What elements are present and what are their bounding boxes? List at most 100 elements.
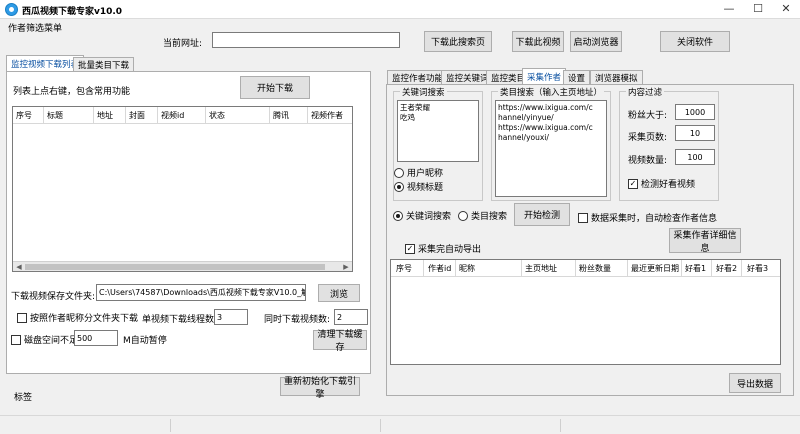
- close-app-button[interactable]: 关闭软件: [660, 31, 730, 52]
- category-line: hannel/yinyue/: [498, 113, 554, 122]
- reinit-engine-button[interactable]: 重新初始化下载引擎: [280, 377, 360, 400]
- download-video-button[interactable]: 下载此视频: [512, 31, 564, 52]
- fans-input[interactable]: 1000: [675, 104, 715, 120]
- tab-settings[interactable]: 设置: [563, 70, 591, 84]
- detect-haokan-label: 检测好看视频: [641, 180, 696, 190]
- keyword-line: 王者荣耀: [400, 103, 430, 112]
- auto-check-author-checkbox[interactable]: [578, 212, 588, 223]
- status-label: 标签: [14, 393, 33, 403]
- video-list-grid[interactable]: 序号 标题 地址 封面 视频id 状态 腾讯 视频作者 ◀ ▶: [12, 106, 353, 272]
- maximize-button[interactable]: ☐: [744, 0, 772, 19]
- author-grid[interactable]: 序号 作者id 昵称 主页地址 粉丝数量 最近更新日期 好看1 好看2 好看3: [390, 259, 781, 365]
- tab-collect-author[interactable]: 采集作者: [522, 68, 567, 84]
- author-grid-header: 序号 作者id 昵称 主页地址 粉丝数量 最近更新日期 好看1 好看2 好看3: [391, 260, 780, 277]
- col-haokan-2: 好看2: [716, 264, 738, 273]
- by-author-checkbox[interactable]: [17, 312, 27, 323]
- concurrent-input[interactable]: 2: [334, 309, 368, 325]
- col-index: 序号: [16, 111, 32, 120]
- concurrent-label: 同时下载视频数:: [264, 315, 331, 325]
- url-label: 当前网址:: [163, 39, 203, 49]
- export-data-button[interactable]: 导出数据: [729, 373, 781, 393]
- col-video-id: 视频id: [161, 111, 185, 120]
- col-fans-count: 粉丝数量: [579, 264, 611, 273]
- col-index: 序号: [396, 264, 412, 273]
- radio-keyword-search-icon[interactable]: [393, 210, 403, 221]
- minimize-button[interactable]: —: [715, 0, 743, 19]
- scroll-left-icon[interactable]: ◀: [13, 262, 25, 272]
- col-homepage: 主页地址: [525, 264, 557, 273]
- radio-user-nick-label: 用户昵称: [407, 169, 444, 179]
- count-label: 视频数量:: [628, 156, 668, 166]
- tab-batch-category-download[interactable]: 批量类目下载: [73, 57, 135, 71]
- clear-cache-button[interactable]: 清理下载缓存: [313, 330, 367, 353]
- radio-category-search[interactable]: 类目搜索: [458, 209, 507, 222]
- col-video-author: 视频作者: [311, 111, 343, 120]
- detect-haokan-option[interactable]: ✓ 检测好看视频: [628, 177, 695, 190]
- auto-check-author-label: 数据采集时，自动检查作者信息: [591, 214, 718, 224]
- col-cover: 封面: [129, 111, 145, 120]
- pages-label: 采集页数:: [628, 133, 668, 143]
- status-bar: [0, 415, 800, 434]
- col-tencent: 腾讯: [273, 111, 289, 120]
- content-filter-title: 内容过滤: [626, 86, 665, 98]
- app-icon: [5, 3, 18, 16]
- video-list-header: 序号 标题 地址 封面 视频id 状态 腾讯 视频作者: [13, 107, 352, 124]
- detect-haokan-checkbox[interactable]: ✓: [628, 178, 638, 189]
- category-line: https://www.ixigua.com/c: [498, 123, 593, 132]
- list-hint: 列表上点右键，包含常用功能: [13, 87, 131, 97]
- url-input[interactable]: [212, 32, 400, 48]
- start-browser-button[interactable]: 启动浏览器: [570, 31, 622, 52]
- threads-input[interactable]: 3: [214, 309, 248, 325]
- title-bar: 西瓜视频下载专家v10.0 — ☐ ✕: [0, 0, 800, 19]
- radio-keyword-search-label: 关键词搜索: [406, 212, 452, 222]
- radio-video-title[interactable]: 视频标题: [394, 180, 443, 193]
- collect-author-detail-button[interactable]: 采集作者详细信息: [669, 228, 741, 254]
- close-button[interactable]: ✕: [772, 0, 800, 19]
- start-download-button[interactable]: 开始下载: [240, 76, 310, 99]
- keyword-search-title: 关键词搜索: [400, 86, 447, 98]
- pages-input[interactable]: 10: [675, 125, 715, 141]
- download-search-page-button[interactable]: 下载此搜索页: [424, 31, 492, 52]
- auto-check-author-option[interactable]: 数据采集时，自动检查作者信息: [578, 211, 717, 224]
- keyword-textarea[interactable]: 王者荣耀 吃鸡: [397, 100, 479, 162]
- category-search-title: 类目搜索（输入主页地址）: [498, 86, 605, 98]
- col-title: 标题: [47, 111, 63, 120]
- by-author-label: 按照作者昵称分文件夹下载: [30, 314, 139, 324]
- by-author-option[interactable]: 按照作者昵称分文件夹下载: [17, 311, 138, 324]
- disk-space-input[interactable]: 500: [74, 330, 118, 346]
- category-line: https://www.ixigua.com/c: [498, 103, 593, 112]
- start-detect-button[interactable]: 开始检测: [514, 203, 570, 226]
- radio-category-search-label: 类目搜索: [471, 212, 508, 222]
- disk-space-label: 磁盘空间不足: [24, 336, 79, 346]
- horizontal-scrollbar[interactable]: ◀ ▶: [13, 261, 352, 271]
- scroll-right-icon[interactable]: ▶: [340, 262, 352, 272]
- scrollbar-thumb[interactable]: [25, 264, 325, 270]
- col-haokan-1: 好看1: [685, 264, 707, 273]
- radio-user-nick-icon[interactable]: [394, 167, 404, 178]
- radio-keyword-search[interactable]: 关键词搜索: [393, 209, 451, 222]
- category-textarea[interactable]: https://www.ixigua.com/c hannel/yinyue/ …: [495, 100, 607, 197]
- fans-label: 粉丝大于:: [628, 111, 668, 121]
- disk-space-option[interactable]: 磁盘空间不足: [11, 333, 78, 346]
- tab-monitor-author[interactable]: 监控作者功能: [387, 70, 449, 84]
- category-line: hannel/youxi/: [498, 133, 549, 142]
- tab-browser-sim[interactable]: 浏览器模拟: [590, 70, 643, 84]
- radio-user-nick[interactable]: 用户昵称: [394, 166, 443, 179]
- disk-space-checkbox[interactable]: [11, 334, 21, 345]
- auto-export-checkbox[interactable]: ✓: [405, 243, 415, 254]
- count-input[interactable]: 100: [675, 149, 715, 165]
- radio-category-search-icon[interactable]: [458, 210, 468, 221]
- save-folder-label: 下载视频保存文件夹:: [11, 292, 96, 302]
- menu-author-filter[interactable]: 作者筛选菜单: [8, 21, 62, 34]
- radio-video-title-icon[interactable]: [394, 181, 404, 192]
- col-last-update: 最近更新日期: [631, 264, 679, 273]
- browse-button[interactable]: 浏览: [318, 284, 360, 302]
- save-folder-input[interactable]: C:\Users\74587\Downloads\西瓜视频下载专家V10.0_解…: [96, 284, 306, 301]
- auto-export-option[interactable]: ✓ 采集完自动导出: [405, 242, 481, 255]
- col-haokan-3: 好看3: [747, 264, 769, 273]
- window-title: 西瓜视频下载专家v10.0: [22, 7, 123, 17]
- auto-export-label: 采集完自动导出: [418, 245, 482, 255]
- keyword-line: 吃鸡: [400, 113, 415, 122]
- col-status: 状态: [209, 111, 225, 120]
- radio-video-title-label: 视频标题: [407, 183, 444, 193]
